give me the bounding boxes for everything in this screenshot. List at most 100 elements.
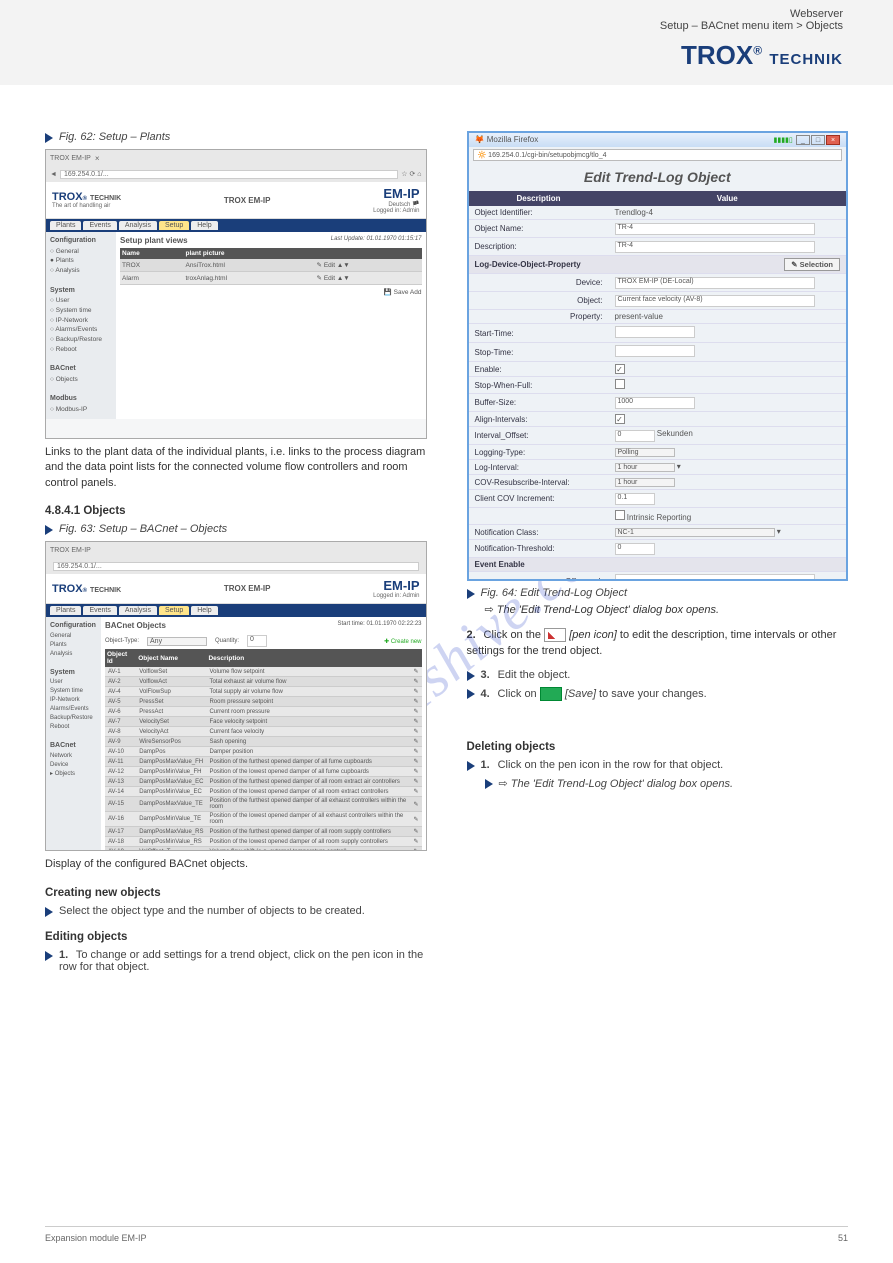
result-note-2: ⇨ The 'Edit Trend-Log Object' dialog box… xyxy=(485,777,849,790)
emip-branding: EM-IPLogged in: Admin xyxy=(373,578,419,599)
browser-addrbar: ◄ 169.254.0.1/... ☆ ⟳ ⌂ xyxy=(46,166,426,182)
battery-icon: ▮▮▮▮▯ xyxy=(774,136,793,144)
main-tabs: Plants Events Analysis Setup Help xyxy=(46,604,426,617)
footer-page-number: 51 xyxy=(838,1233,848,1243)
minimize-icon: _ xyxy=(796,135,810,145)
sidebar: Configuration General Plants Analysis Sy… xyxy=(46,617,101,851)
footer-left: Expansion module EM-IP xyxy=(45,1233,147,1243)
table-row: AV-6PressActCurrent room pressure✎ xyxy=(105,707,422,717)
left-column: Fig. 62: Setup – Plants TROX EM-IP × ◄ 1… xyxy=(45,125,427,977)
result-note-text: The 'Edit Trend-Log Object' dialog box o… xyxy=(497,604,719,616)
triangle-icon xyxy=(467,589,475,599)
section-line2: Setup – BACnet menu item > Objects xyxy=(660,20,843,32)
fig63-description: Display of the configured BACnet objects… xyxy=(45,857,427,872)
result-arrow-icon: ⇨ xyxy=(485,604,494,616)
fig64-caption-row: Fig. 64: Edit Trend-Log Object xyxy=(467,587,849,599)
fig62-screenshot: TROX EM-IP × ◄ 169.254.0.1/... ☆ ⟳ ⌂ TRO… xyxy=(45,149,427,439)
browser-tabbar: TROX EM-IP xyxy=(46,542,426,558)
emip-branding: EM-IP Deutsch 🏴 Logged in: Admin xyxy=(373,186,419,214)
tab-setup: Setup xyxy=(159,221,189,230)
section-4-8-4-1: 4.8.4.1 Objects xyxy=(45,505,427,517)
editing-objects-heading: Editing objects xyxy=(45,931,427,943)
table-row: AV-18DampPosMinValue_RSPosition of the l… xyxy=(105,837,422,847)
app-logo: TROX® TECHNIK xyxy=(52,191,121,203)
fig64-caption: Fig. 64: Edit Trend-Log Object xyxy=(481,587,628,599)
page-footer: Expansion module EM-IP 51 xyxy=(45,1226,848,1243)
step-delete-1: 1. Click on the pen icon in the row for … xyxy=(467,759,849,771)
table-row: AV-11DampPosMaxValue_FHPosition of the f… xyxy=(105,757,422,767)
logo-reg: ® xyxy=(753,43,762,57)
timestamp: Start time: 01.01.1970 02:22:23 xyxy=(337,621,421,633)
step-4: 4. Click on [Save] to save your changes. xyxy=(467,687,849,701)
step-edit-1: 1. To change or add settings for a trend… xyxy=(45,949,427,973)
triangle-icon xyxy=(45,525,53,535)
browser-tab: TROX EM-IP xyxy=(50,155,91,162)
selection-button: ✎ Selection xyxy=(784,258,840,271)
product-name: TROX EM-IP xyxy=(224,196,271,205)
tagline: The art of handling air xyxy=(52,203,121,209)
dialog-address: 🔆 169.254.0.1/cgi-bin/setupobjmcg/tlo_4 xyxy=(473,149,843,161)
app-body: Configuration ○ General ● Plants ○ Analy… xyxy=(46,232,426,419)
plants-table: Nameplant picture TROXAnsiTrox.html✎ Edi… xyxy=(120,248,422,285)
app-logo: TROX® TECHNIK xyxy=(52,583,121,595)
fig62-caption-row: Fig. 62: Setup – Plants xyxy=(45,131,427,143)
step-create-1: Select the object type and the number of… xyxy=(45,905,427,917)
table-row: AV-4VolFlowSupTotal supply air volume fl… xyxy=(105,687,422,697)
sidebar: Configuration ○ General ● Plants ○ Analy… xyxy=(46,232,116,419)
step-3: 3. Edit the object. xyxy=(467,669,849,681)
triangle-icon xyxy=(467,671,475,681)
fig62-description: Links to the plant data of the individua… xyxy=(45,445,427,491)
table-row: AV-7VelocitySetFace velocity setpoint✎ xyxy=(105,717,422,727)
dialog-title: Edit Trend-Log Object xyxy=(469,163,847,191)
save-icon xyxy=(540,687,562,701)
triangle-icon xyxy=(485,779,493,789)
table-row: AV-16DampPosMinValue_TEPosition of the l… xyxy=(105,812,422,827)
main-heading: Setup plant views xyxy=(120,236,188,245)
main-panel: Setup plant views Last Update: 01.01.197… xyxy=(116,232,426,419)
triangle-icon xyxy=(45,951,53,961)
logo-main: TROX xyxy=(681,40,753,70)
triangle-icon xyxy=(467,761,475,771)
browser-toolbar-icons: ☆ ⟳ ⌂ xyxy=(401,170,421,178)
address-field: 169.254.0.1/... xyxy=(60,170,398,179)
table-row: AV-9WireSensorPosSash opening✎ xyxy=(105,737,422,747)
table-row: AV-13DampPosMaxValue_ECPosition of the f… xyxy=(105,777,422,787)
main-panel: BACnet Objects Start time: 01.01.1970 02… xyxy=(101,617,426,851)
fig63-screenshot: TROX EM-IP 169.254.0.1/... TROX® TECHNIK… xyxy=(45,541,427,851)
creating-objects-heading: Creating new objects xyxy=(45,887,427,899)
fig62-caption: Fig. 62: Setup – Plants xyxy=(59,131,170,143)
step-create-1-text: Select the object type and the number of… xyxy=(59,905,365,917)
table-row: AV-14DampPosMinValue_ECPosition of the l… xyxy=(105,787,422,797)
table-row: AlarmtroxAnlag.html✎ Edit ▲▼ xyxy=(120,272,422,285)
nav-back-icon: ◄ xyxy=(50,171,57,178)
triangle-icon xyxy=(45,133,53,143)
page-body: Fig. 62: Setup – Plants TROX EM-IP × ◄ 1… xyxy=(0,125,893,977)
tab-events: Events xyxy=(83,221,116,230)
dialog-table: DescriptionValue Object Identifier:Trend… xyxy=(469,191,847,581)
table-row: AV-12DampPosMinValue_FHPosition of the l… xyxy=(105,767,422,777)
table-row: AV-10DampPosDamper position✎ xyxy=(105,747,422,757)
section-line1: Webserver xyxy=(660,8,843,20)
fig63-caption-row: Fig. 63: Setup – BACnet – Objects xyxy=(45,523,427,535)
step-2: 2. Click on the [pen icon] to edit the d… xyxy=(467,628,849,659)
timestamp: Last Update: 01.01.1970 01:15:17 xyxy=(331,236,422,248)
tab-analysis: Analysis xyxy=(119,221,157,230)
app-header: TROX® TECHNIK TROX EM-IP EM-IPLogged in:… xyxy=(46,574,426,604)
tab-help: Help xyxy=(191,221,217,230)
deleting-objects-heading: Deleting objects xyxy=(467,741,849,753)
window-buttons: _□× xyxy=(795,135,840,144)
browser-addrbar: 169.254.0.1/... xyxy=(46,558,426,574)
table-row: AV-8VelocityActCurrent face velocity✎ xyxy=(105,727,422,737)
fig64-screenshot: 🦊 Mozilla Firefox ▮▮▮▮▯ _□× 🔆 169.254.0.… xyxy=(467,131,849,581)
section-title: Webserver Setup – BACnet menu item > Obj… xyxy=(660,8,843,32)
table-row: AV-1VolflowSetVolume flow setpoint✎ xyxy=(105,667,422,677)
triangle-icon xyxy=(45,907,53,917)
main-heading: BACnet Objects xyxy=(105,621,166,630)
button-row: 💾 Save Add xyxy=(120,285,422,299)
window-title: Mozilla Firefox xyxy=(487,135,539,144)
app-header: TROX® TECHNIK The art of handling air TR… xyxy=(46,182,426,219)
table-row: AV-2VolflowActTotal exhaust air volume f… xyxy=(105,677,422,687)
triangle-icon xyxy=(467,689,475,699)
table-row: AV-5PressSetRoom pressure setpoint✎ xyxy=(105,697,422,707)
logo: TROX® TECHNIK xyxy=(681,40,843,71)
